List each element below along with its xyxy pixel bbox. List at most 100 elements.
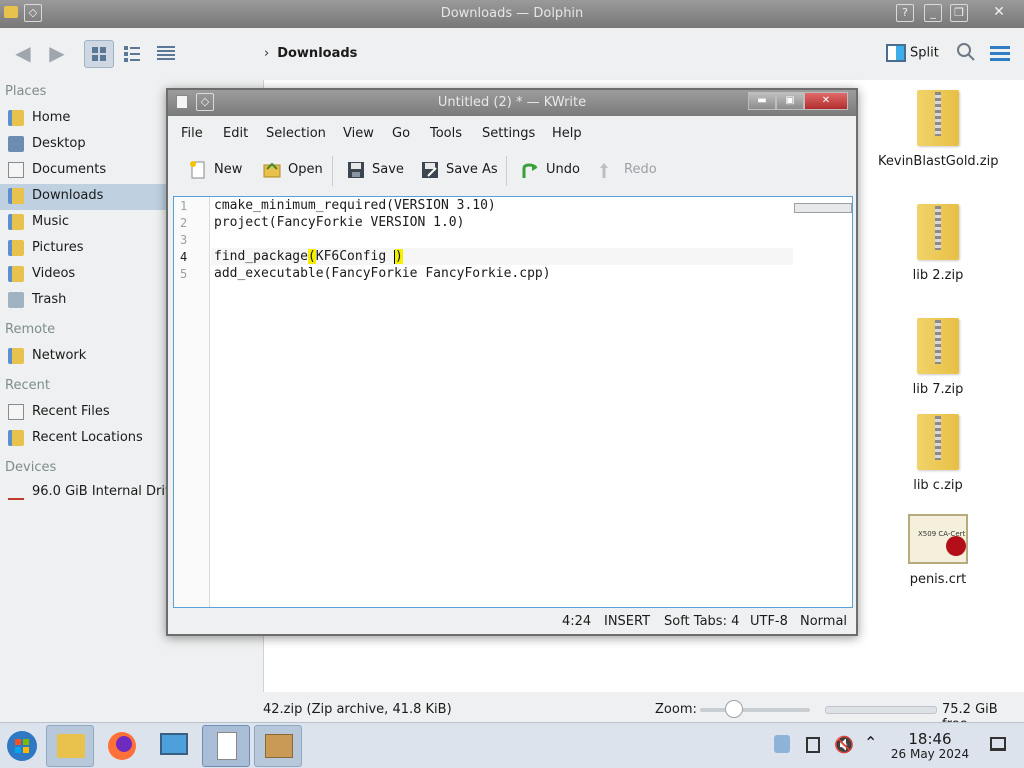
task-system-settings[interactable] bbox=[150, 725, 198, 767]
code-line: project(FancyForkie VERSION 1.0) bbox=[214, 215, 465, 230]
icons-view-button[interactable] bbox=[84, 40, 114, 68]
task-dolphin[interactable] bbox=[46, 725, 94, 767]
file-item[interactable]: lib 2.zip bbox=[878, 204, 998, 283]
menu-help[interactable]: Help bbox=[552, 126, 582, 141]
indentation-setting[interactable]: Soft Tabs: 4 bbox=[664, 614, 739, 629]
dolphin-titlebar[interactable]: ◇ Downloads — Dolphin ? _ ❐ ✕ bbox=[0, 0, 1024, 28]
zoom-slider[interactable] bbox=[700, 708, 810, 712]
clipboard-tray-icon[interactable] bbox=[806, 737, 820, 753]
minimize-icon[interactable]: _ bbox=[924, 4, 942, 22]
details-view-icon bbox=[157, 46, 175, 60]
split-button[interactable]: Split bbox=[886, 44, 939, 62]
open-folder-icon bbox=[263, 162, 281, 178]
code-line: add_executable(FancyForkie FancyForkie.c… bbox=[214, 266, 551, 281]
menu-go[interactable]: Go bbox=[392, 126, 410, 141]
documents-icon bbox=[8, 162, 24, 178]
place-videos[interactable]: Videos bbox=[0, 262, 170, 288]
details-view-button[interactable] bbox=[152, 40, 182, 68]
selection-status: 42.zip (Zip archive, 41.8 KiB) bbox=[263, 702, 452, 717]
save-as-icon bbox=[422, 162, 438, 178]
task-ark[interactable] bbox=[254, 725, 302, 767]
save-as-button[interactable]: Save As bbox=[420, 158, 500, 184]
help-icon[interactable]: ? bbox=[896, 4, 914, 22]
close-icon[interactable]: ✕ bbox=[990, 4, 1008, 22]
task-firefox[interactable] bbox=[98, 725, 146, 767]
hamburger-menu-icon[interactable] bbox=[988, 42, 1012, 68]
file-item[interactable]: lib 7.zip bbox=[878, 318, 998, 397]
clock[interactable]: 18:46 26 May 2024 bbox=[890, 731, 970, 761]
minimap-scrollbar[interactable] bbox=[794, 203, 852, 213]
start-menu-button[interactable] bbox=[0, 725, 48, 767]
cursor-position[interactable]: 4:24 bbox=[562, 614, 591, 629]
place-network[interactable]: Network bbox=[0, 344, 170, 370]
firefox-icon bbox=[108, 732, 136, 760]
free-space-bar bbox=[825, 706, 937, 714]
recent-header: Recent bbox=[5, 378, 50, 393]
input-mode[interactable]: INSERT bbox=[604, 614, 650, 629]
file-item[interactable]: lib c.zip bbox=[878, 414, 998, 493]
bracket-match: ( bbox=[307, 249, 316, 264]
volume-muted-icon[interactable]: 🔇 bbox=[834, 735, 854, 754]
code-line: cmake_minimum_required(VERSION 3.10) bbox=[214, 198, 496, 213]
redo-button[interactable]: Redo bbox=[598, 158, 658, 184]
text-editor[interactable]: 1 2 3 4 5 cmake_minimum_required(VERSION… bbox=[173, 196, 853, 608]
line-number: 1 bbox=[180, 199, 188, 213]
task-kwrite[interactable] bbox=[202, 725, 250, 767]
undo-button[interactable]: Undo bbox=[520, 158, 584, 184]
dolphin-statusbar: 42.zip (Zip archive, 41.8 KiB) Zoom: 75.… bbox=[0, 696, 1024, 732]
monitor-icon bbox=[160, 733, 188, 755]
chevron-up-icon[interactable]: ⌃ bbox=[864, 733, 877, 752]
show-desktop-icon[interactable] bbox=[990, 737, 1006, 751]
new-document-icon bbox=[190, 161, 205, 179]
menu-file[interactable]: File bbox=[181, 126, 203, 141]
menu-selection[interactable]: Selection bbox=[266, 126, 326, 141]
places-panel: Places Home Desktop Documents Downloads … bbox=[0, 80, 181, 700]
menu-tools[interactable]: Tools bbox=[430, 126, 462, 141]
place-pictures[interactable]: Pictures bbox=[0, 236, 170, 262]
back-arrow-icon[interactable]: ◀ bbox=[10, 42, 36, 66]
desktop-icon bbox=[8, 136, 24, 152]
new-button[interactable]: New bbox=[188, 158, 248, 184]
icons-view-icon bbox=[92, 47, 106, 61]
line-number: 5 bbox=[180, 267, 188, 281]
breadcrumb-current[interactable]: Downloads bbox=[277, 46, 357, 61]
menu-edit[interactable]: Edit bbox=[223, 126, 248, 141]
network-tray-icon[interactable] bbox=[774, 735, 790, 753]
zoom-slider-handle[interactable] bbox=[725, 700, 743, 718]
kwrite-titlebar[interactable]: ◇ Untitled (2) * — KWrite ▬ ▣ ✕ bbox=[168, 90, 856, 116]
search-icon[interactable] bbox=[956, 42, 976, 66]
close-button[interactable]: ✕ bbox=[804, 92, 848, 110]
maximize-button[interactable]: ▣ bbox=[776, 92, 804, 110]
menu-view[interactable]: View bbox=[343, 126, 374, 141]
compact-view-button[interactable] bbox=[118, 40, 148, 68]
save-button[interactable]: Save bbox=[346, 158, 406, 184]
menu-settings[interactable]: Settings bbox=[482, 126, 535, 141]
chevron-right-icon: › bbox=[264, 46, 270, 61]
forward-arrow-icon[interactable]: ▶ bbox=[44, 42, 70, 66]
minimize-button[interactable]: ▬ bbox=[748, 92, 776, 110]
open-button[interactable]: Open bbox=[262, 158, 328, 184]
syntax-mode[interactable]: Normal bbox=[800, 614, 847, 629]
place-internal-drive[interactable]: 96.0 GiB Internal Drive bbox=[0, 480, 181, 506]
place-recent-locations[interactable]: Recent Locations bbox=[0, 426, 170, 452]
zip-file-icon bbox=[917, 204, 959, 260]
split-label: Split bbox=[910, 45, 939, 61]
places-header: Places bbox=[5, 84, 47, 99]
place-music[interactable]: Music bbox=[0, 210, 170, 236]
place-home[interactable]: Home bbox=[0, 106, 170, 132]
maximize-icon[interactable]: ❐ bbox=[950, 4, 968, 22]
place-trash[interactable]: Trash bbox=[0, 288, 170, 314]
clock-date: 26 May 2024 bbox=[890, 747, 970, 761]
remote-header: Remote bbox=[5, 322, 56, 337]
place-documents[interactable]: Documents bbox=[0, 158, 170, 184]
certificate-icon: X509 CA-Cert bbox=[908, 514, 968, 564]
clock-time: 18:46 bbox=[908, 730, 952, 748]
zip-file-icon bbox=[917, 90, 959, 146]
file-item[interactable]: KevinBlastGold.zip bbox=[878, 90, 999, 169]
breadcrumb[interactable]: › Downloads bbox=[264, 46, 357, 61]
place-downloads[interactable]: Downloads bbox=[0, 184, 170, 210]
place-desktop[interactable]: Desktop bbox=[0, 132, 170, 158]
place-recent-files[interactable]: Recent Files bbox=[0, 400, 170, 426]
encoding-setting[interactable]: UTF-8 bbox=[750, 614, 788, 629]
file-item[interactable]: X509 CA-Cert penis.crt bbox=[878, 514, 998, 587]
